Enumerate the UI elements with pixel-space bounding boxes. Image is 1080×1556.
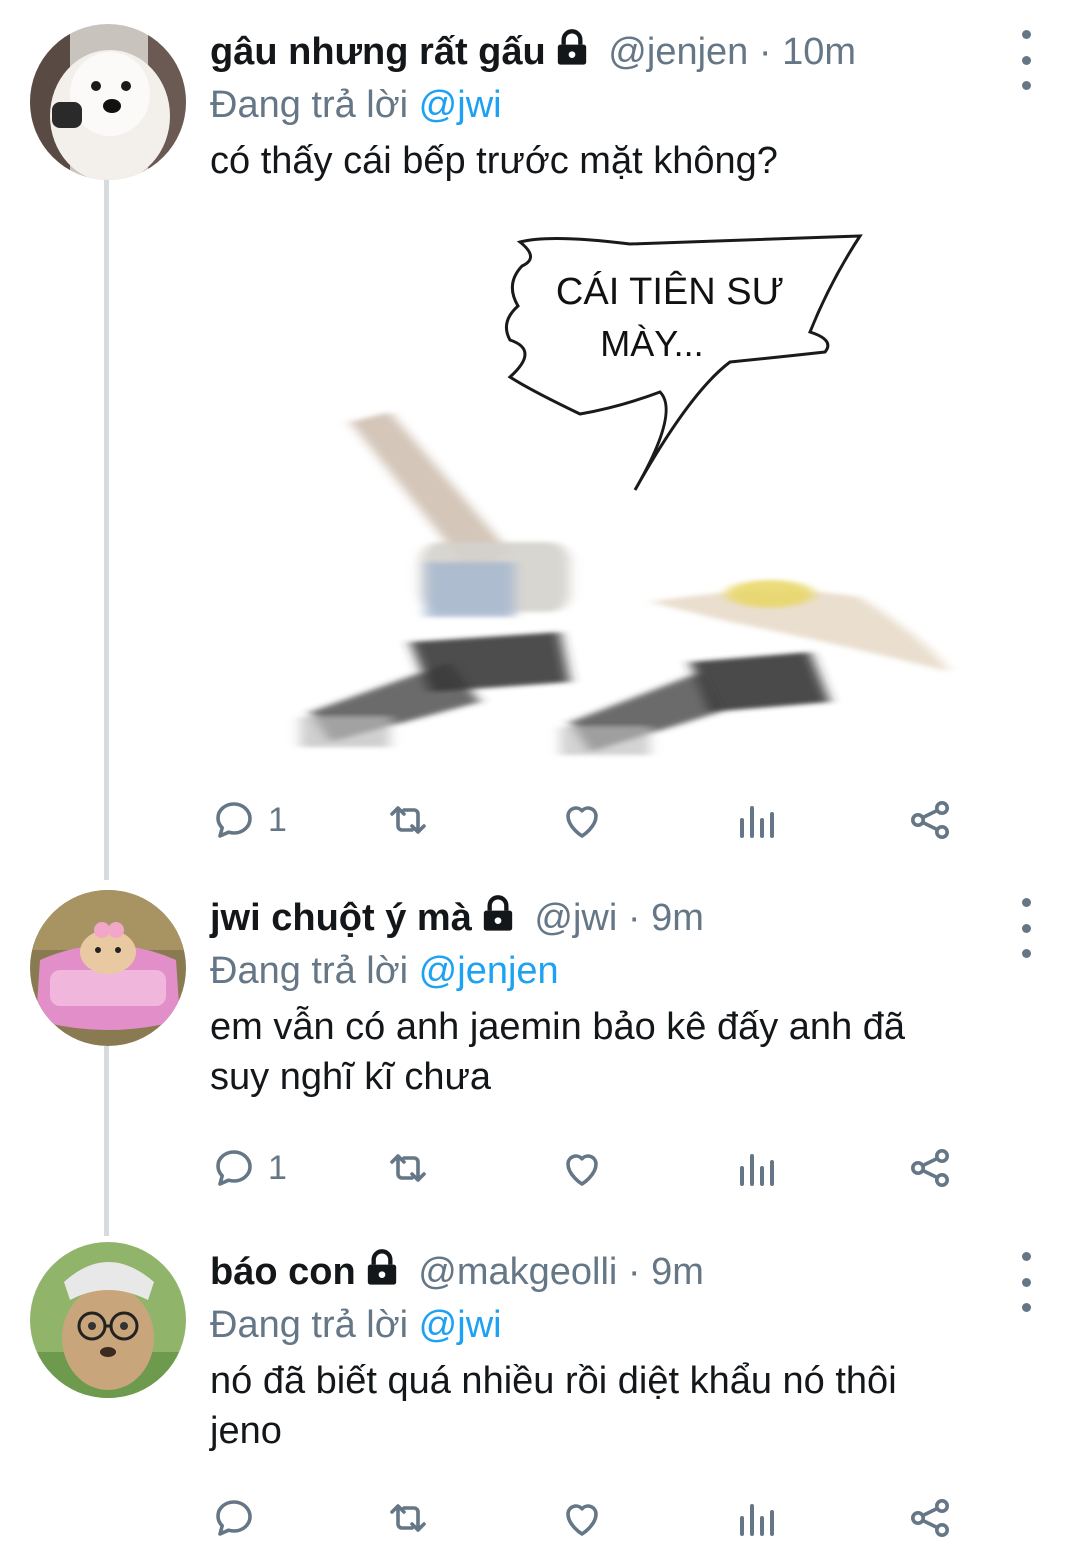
like-icon bbox=[566, 1504, 598, 1536]
reply-prefix: Đang trả lời bbox=[210, 84, 409, 126]
share-button[interactable] bbox=[906, 1488, 954, 1548]
reply-context: Đang trả lời @jwi bbox=[210, 80, 1000, 130]
tweet-text-line: nó đã biết quá nhiều rồi diệt khẩu nó th… bbox=[210, 1360, 897, 1402]
tweet-actions bbox=[210, 1488, 970, 1548]
lock-icon bbox=[362, 1248, 402, 1304]
mention-link[interactable]: @jwi bbox=[419, 84, 502, 126]
dog-avatar-image bbox=[30, 24, 186, 180]
analytics-icon bbox=[740, 806, 774, 838]
tweet-text-line: em vẫn có anh jaemin bảo kê đấy anh đã bbox=[210, 1006, 906, 1048]
timestamp[interactable]: 9m bbox=[651, 897, 704, 939]
display-name[interactable]: báo con bbox=[210, 1251, 356, 1293]
tweet-header: jwi chuột ý mà @jwi · 9m bbox=[210, 890, 1000, 946]
mention-link[interactable]: @jwi bbox=[419, 1304, 502, 1346]
share-icon bbox=[911, 1499, 949, 1537]
avatar[interactable] bbox=[30, 1242, 186, 1398]
user-handle[interactable]: @jwi bbox=[534, 897, 617, 939]
analytics-button[interactable] bbox=[732, 790, 780, 850]
bubble-text-line1: CÁI TIÊN SƯ bbox=[556, 270, 784, 313]
more-icon[interactable] bbox=[1014, 898, 1038, 958]
reply-icon bbox=[216, 802, 252, 838]
share-button[interactable] bbox=[906, 790, 954, 850]
tweet-actions: 1 bbox=[210, 1138, 970, 1198]
blurred-figures bbox=[300, 412, 950, 755]
tweet-header: gâu nhưng rất gấu @jenjen · 10m bbox=[210, 24, 1000, 80]
tweet-actions: 1 bbox=[210, 790, 970, 850]
retweet-button[interactable] bbox=[384, 790, 432, 850]
mention-link[interactable]: @jenjen bbox=[419, 950, 559, 992]
share-button[interactable] bbox=[906, 1138, 954, 1198]
avatar[interactable] bbox=[30, 890, 186, 1046]
retweet-icon bbox=[390, 1154, 426, 1182]
tweet-header: báo con @makgeolli · 9m bbox=[210, 1244, 1000, 1300]
tweet-text: nó đã biết quá nhiều rồi diệt khẩu nó th… bbox=[210, 1356, 1000, 1456]
timestamp[interactable]: 9m bbox=[651, 1251, 704, 1293]
display-name[interactable]: gâu nhưng rất gấu bbox=[210, 31, 546, 73]
user-handle[interactable]: @jenjen bbox=[608, 31, 748, 73]
retweet-button[interactable] bbox=[384, 1138, 432, 1198]
reply-count: 1 bbox=[268, 1148, 287, 1187]
reply-prefix: Đang trả lời bbox=[210, 950, 409, 992]
analytics-button[interactable] bbox=[732, 1488, 780, 1548]
reply-context: Đang trả lời @jenjen bbox=[210, 946, 1000, 996]
analytics-button[interactable] bbox=[732, 1138, 780, 1198]
like-button[interactable] bbox=[558, 790, 606, 850]
tweet[interactable]: gâu nhưng rất gấu @jenjen · 10m Đang trả… bbox=[0, 0, 1080, 860]
tweet-text: có thấy cái bếp trước mặt không? bbox=[210, 140, 778, 182]
analytics-icon bbox=[740, 1504, 774, 1536]
reply-button[interactable] bbox=[210, 1488, 268, 1548]
bubble-text-line2: MÀY... bbox=[600, 323, 703, 364]
cheetah-cub-avatar-image bbox=[30, 1242, 186, 1398]
hamster-car-avatar-image bbox=[30, 890, 186, 1046]
timestamp[interactable]: 10m bbox=[782, 31, 856, 73]
tweet-text-line: suy nghĩ kĩ chưa bbox=[210, 1056, 492, 1098]
like-button[interactable] bbox=[558, 1138, 606, 1198]
lock-icon bbox=[478, 894, 518, 950]
reply-count: 1 bbox=[268, 800, 287, 839]
separator: · bbox=[627, 897, 641, 939]
avatar[interactable] bbox=[30, 24, 186, 180]
retweet-icon bbox=[390, 1504, 426, 1532]
tweet-media[interactable]: CÁI TIÊN SƯ MÀY... bbox=[210, 222, 970, 782]
reply-button[interactable]: 1 bbox=[210, 790, 287, 850]
reply-icon bbox=[216, 1500, 252, 1536]
lock-icon bbox=[552, 28, 592, 84]
reply-context: Đang trả lời @jwi bbox=[210, 1300, 1000, 1350]
analytics-icon bbox=[740, 1154, 774, 1186]
separator: · bbox=[627, 1251, 641, 1293]
display-name[interactable]: jwi chuột ý mà bbox=[210, 897, 472, 939]
like-button[interactable] bbox=[558, 1488, 606, 1548]
retweet-button[interactable] bbox=[384, 1488, 432, 1548]
more-icon[interactable] bbox=[1014, 30, 1038, 90]
tweet-text: em vẫn có anh jaemin bảo kê đấy anh đã s… bbox=[210, 1002, 1000, 1102]
share-icon bbox=[911, 801, 949, 839]
reply-prefix: Đang trả lời bbox=[210, 1304, 409, 1346]
reply-icon bbox=[216, 1150, 252, 1186]
tweet[interactable]: jwi chuột ý mà @jwi · 9m Đang trả lời @j… bbox=[0, 890, 1080, 1220]
tweet[interactable]: báo con @makgeolli · 9m Đang trả lời @jw… bbox=[0, 1242, 1080, 1556]
like-icon bbox=[566, 806, 598, 838]
tweet-text-line: jeno bbox=[210, 1410, 282, 1452]
share-icon bbox=[911, 1149, 949, 1187]
like-icon bbox=[566, 1154, 598, 1186]
reply-button[interactable]: 1 bbox=[210, 1138, 287, 1198]
retweet-icon bbox=[390, 806, 426, 834]
separator: · bbox=[758, 31, 772, 73]
user-handle[interactable]: @makgeolli bbox=[418, 1251, 617, 1293]
more-icon[interactable] bbox=[1014, 1252, 1038, 1312]
